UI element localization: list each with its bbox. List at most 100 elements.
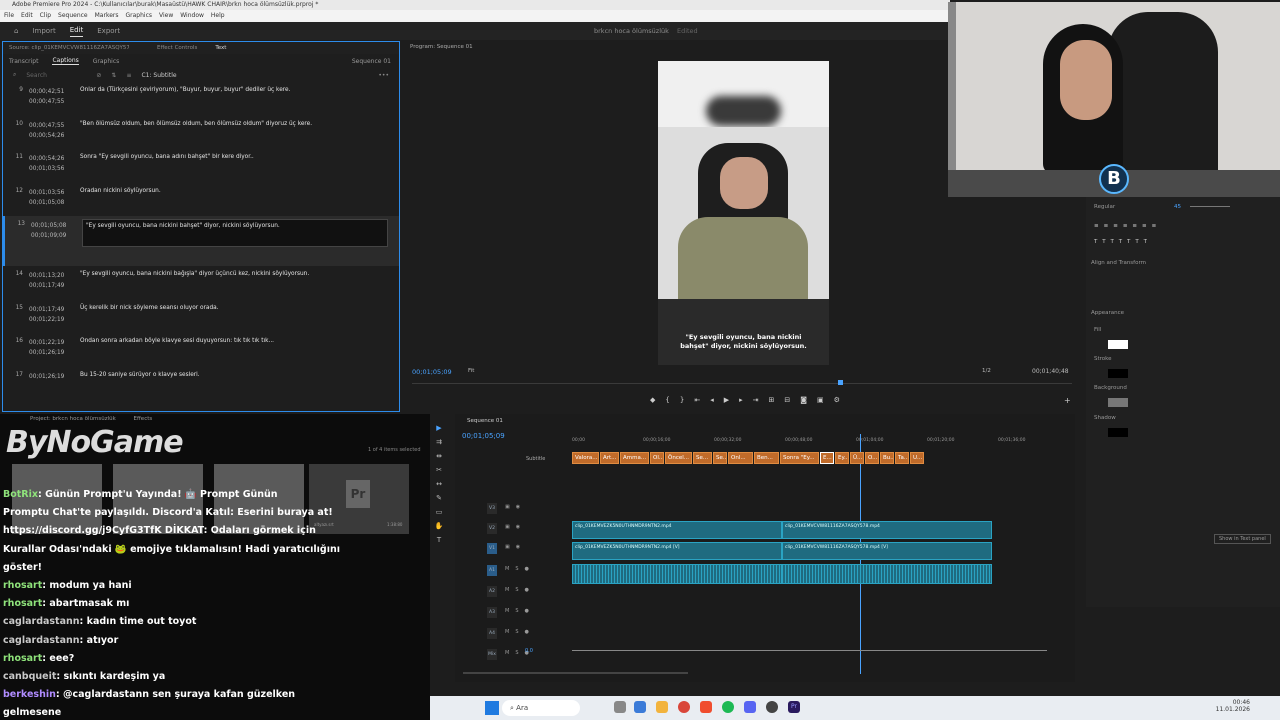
caption-item[interactable]: 10 00;00;47;55 00;00;54;26 "Ben ölümsüz old… [3, 116, 399, 150]
text-style-icons[interactable]: TTTTTTT [1094, 239, 1152, 245]
home-icon[interactable]: ⌂ [14, 27, 18, 35]
menu-item-edit[interactable]: Edit [21, 10, 33, 22]
caption-text[interactable]: Bu 15-20 saniye sürüyor o klavye sesleri… [80, 372, 200, 378]
chat-username[interactable]: rhosart [3, 598, 42, 609]
compare-icon[interactable]: ▣ [817, 396, 824, 404]
subtitle-clip[interactable]: Bu... [880, 452, 894, 464]
time-ruler[interactable]: 00;00 00;00;16;00 00;00;32;00 00;00;48;00 00… [572, 438, 1042, 446]
menu-item-sequence[interactable]: Sequence [58, 10, 88, 22]
track-select-icon[interactable]: ⇉ [436, 438, 442, 446]
caption-item[interactable]: 16 00;01;22;19 00;01;26;19 Ondan sonra arka… [3, 333, 399, 367]
menu-item-file[interactable]: File [4, 10, 14, 22]
subtitle-clip[interactable]: Öncel... [665, 452, 692, 464]
obs-icon[interactable] [766, 701, 778, 713]
subtitle-clip[interactable]: Amma... [620, 452, 649, 464]
tab-effect-controls[interactable]: Effect Controls [157, 45, 197, 51]
camera-icon[interactable]: ◙ [800, 396, 807, 404]
playhead-marker[interactable] [838, 380, 843, 385]
caption-item[interactable]: 17 00;01;26;19 Bu 15-20 saniye sürüyor o k… [3, 367, 399, 401]
linked-clip[interactable]: clip_01KEMVCVW81116ZA7ASQY578.mp4 [V] [782, 542, 992, 560]
insert-icon[interactable]: ⊞ [769, 396, 775, 404]
shadow-swatch[interactable] [1108, 428, 1128, 437]
taskview-icon[interactable] [614, 701, 626, 713]
subtitle-clip[interactable]: Ben... [754, 452, 779, 464]
caption-text[interactable]: "Ey sevgili oyuncu, bana nickini bağışla… [80, 271, 309, 277]
video-clip[interactable]: clip_01KEMVCVW81116ZA7ASQY578.mp4 [782, 521, 992, 539]
caption-text[interactable]: "Ey sevgili oyuncu, bana nickini bahşet"… [82, 219, 388, 247]
font-size-value[interactable]: 45 [1174, 204, 1181, 210]
audio-clip[interactable] [782, 564, 992, 584]
track-controls[interactable]: MS● [505, 587, 535, 593]
timeline-timecode[interactable]: 00;01;05;09 [462, 432, 505, 440]
caption-text[interactable]: Ondan sonra arkadan böyle klavye sesi du… [80, 338, 274, 344]
timeline-scrollbar[interactable] [463, 672, 688, 674]
subtitle-clip[interactable]: Art... [600, 452, 619, 464]
track-controls[interactable]: MS● [505, 608, 535, 614]
chat-username[interactable]: rhosart [3, 653, 42, 664]
track-label[interactable]: V1 [487, 543, 497, 554]
more-icon[interactable]: ••• [378, 72, 389, 79]
fill-swatch[interactable] [1108, 340, 1128, 349]
clock[interactable]: 00:46 11.01.2026 [1200, 699, 1250, 713]
track-label[interactable]: A1 [487, 565, 497, 576]
menu-item-help[interactable]: Help [211, 10, 225, 22]
menu-item-view[interactable]: View [159, 10, 173, 22]
align-icons[interactable]: ≡≡≡≡≡≡≡ [1094, 223, 1161, 229]
track-controls[interactable]: ▣◉ [505, 504, 526, 510]
track-controls[interactable]: MS● [505, 566, 535, 572]
caption-item[interactable]: 11 00;00;54;26 00;01;03;56 Sonra "Ey sevgil… [3, 149, 399, 183]
go-to-out-icon[interactable]: ⇥ [753, 396, 759, 404]
premiere-icon[interactable]: Pr [788, 701, 800, 713]
caption-item[interactable]: 15 00;01;17;49 00;01;22;19 Üç kerelik bir n… [3, 300, 399, 334]
subtitle-clip[interactable]: Ta... [895, 452, 909, 464]
caption-item[interactable]: 9 00;00;42;51 00;00;47;55 Onlar da (Türkçes… [3, 82, 399, 116]
track-label[interactable]: Mix [487, 649, 497, 660]
show-in-text-panel-button[interactable]: Show in Text panel [1214, 534, 1271, 544]
tab-source[interactable]: Source: clip_01KEMVCVW81116ZA7ASQY578.mp… [9, 45, 129, 51]
play-icon[interactable]: ▶ [724, 396, 729, 404]
taskbar-search[interactable]: ⌕ Ara [502, 700, 580, 716]
chat-username[interactable]: canbqueit [3, 671, 56, 682]
merge-icon[interactable]: ≡ [126, 72, 131, 79]
track-controls[interactable]: MS● [505, 629, 535, 635]
font-size-slider[interactable] [1190, 206, 1230, 207]
tab-text[interactable]: Text [215, 45, 226, 51]
track-label[interactable]: A4 [487, 628, 497, 639]
menu-item-graphics[interactable]: Graphics [126, 10, 153, 22]
chat-username[interactable]: BotRix [3, 489, 38, 500]
tab-transcript[interactable]: Transcript [9, 58, 38, 65]
split-icon[interactable]: ⇅ [111, 72, 116, 79]
background-swatch[interactable] [1108, 398, 1128, 407]
tab-graphics[interactable]: Graphics [93, 58, 120, 65]
chat-username[interactable]: rhosart [3, 580, 42, 591]
font-style-select[interactable]: Regular [1094, 204, 1115, 210]
start-icon[interactable] [485, 701, 499, 715]
tab-edit[interactable]: Edit [69, 26, 84, 37]
menu-item-markers[interactable]: Markers [95, 10, 119, 22]
pen-tool-icon[interactable]: ✎ [436, 494, 442, 502]
tab-captions[interactable]: Captions [52, 57, 79, 65]
razor-tool-icon[interactable]: ✂ [436, 466, 442, 474]
chat-username[interactable]: berkeshin [3, 689, 56, 700]
caption-item[interactable]: 12 00;01;03;56 00;01;05;08 Oradan nickini s… [3, 183, 399, 217]
audio-clip[interactable] [572, 564, 782, 584]
step-forward-icon[interactable]: ▸ [739, 396, 743, 404]
tab-import[interactable]: Import [32, 27, 55, 35]
brave-icon[interactable] [700, 701, 712, 713]
track-label[interactable]: A2 [487, 586, 497, 597]
track-controls[interactable]: ▣◉ [505, 544, 526, 550]
folder-icon[interactable] [656, 701, 668, 713]
track-label[interactable]: V3 [487, 503, 497, 514]
effects-tab[interactable]: Effects [134, 416, 153, 422]
spotify-icon[interactable] [722, 701, 734, 713]
hand-tool-icon[interactable]: ✋ [435, 522, 444, 530]
srt-thumbnail[interactable]: Pr altyazı.srt 1:38:80 [309, 464, 409, 534]
step-back-icon[interactable]: ◂ [710, 396, 714, 404]
settings-icon[interactable]: ⚙ [834, 396, 840, 404]
resolution-select[interactable]: 1/2 [982, 368, 991, 374]
subtitle-clip[interactable]: O... [865, 452, 879, 464]
caption-item[interactable]: 14 00;01;13;20 00;01;17;49 "Ey sevgili oyun… [3, 266, 399, 300]
rectangle-tool-icon[interactable]: ▭ [436, 508, 443, 516]
subtitle-clip[interactable]: Ü... [850, 452, 864, 464]
search-input[interactable]: Search [26, 72, 86, 79]
